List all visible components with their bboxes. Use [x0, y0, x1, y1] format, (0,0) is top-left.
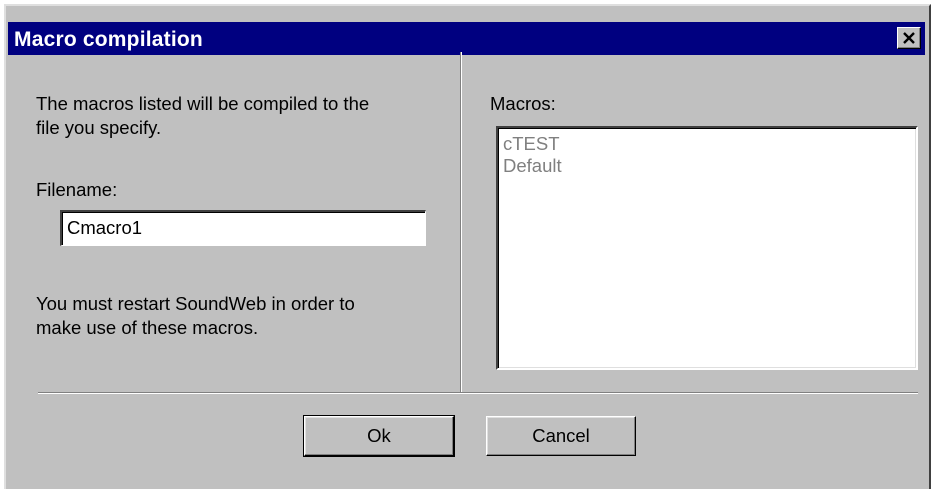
- dialog-title: Macro compilation: [14, 28, 203, 51]
- list-item[interactable]: cTEST: [503, 133, 916, 155]
- cancel-button[interactable]: Cancel: [486, 416, 636, 456]
- filename-input[interactable]: Cmacro1: [60, 210, 426, 246]
- title-bar[interactable]: Macro compilation: [8, 22, 925, 55]
- restart-note-line-2: make use of these macros.: [36, 317, 259, 338]
- ok-button[interactable]: Ok: [303, 415, 455, 457]
- vertical-divider: [460, 52, 462, 392]
- dialog-window: Macro compilation The macros listed will…: [4, 4, 931, 489]
- macros-listbox[interactable]: cTEST Default: [496, 126, 918, 370]
- restart-note-line-1: You must restart SoundWeb in order to: [36, 293, 355, 314]
- description-line-2: file you specify.: [36, 117, 162, 138]
- description-line-1: The macros listed will be compiled to th…: [36, 93, 370, 114]
- close-button[interactable]: [897, 27, 921, 49]
- close-icon: [903, 32, 915, 44]
- list-item[interactable]: Default: [503, 155, 916, 177]
- horizontal-divider: [38, 392, 918, 394]
- macros-label: Macros:: [490, 93, 556, 114]
- filename-label: Filename:: [36, 179, 118, 200]
